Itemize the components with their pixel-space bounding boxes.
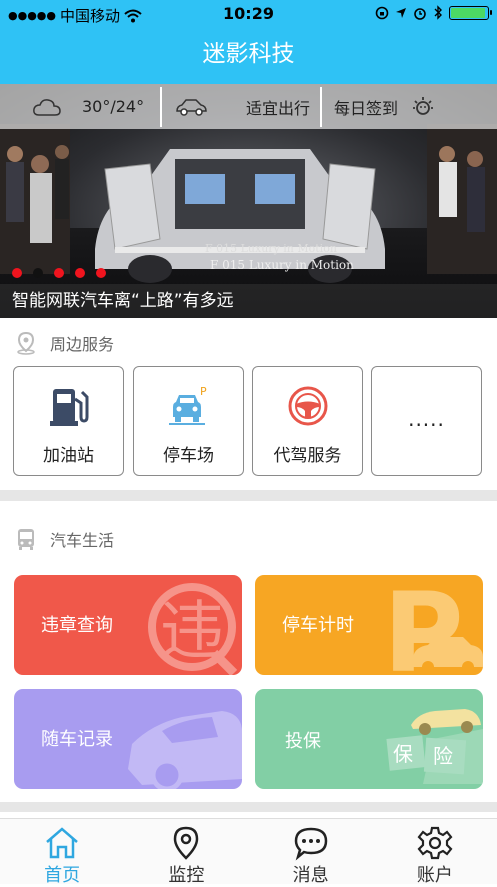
steering-wheel-icon xyxy=(253,385,362,427)
tab-account-label: 账户 xyxy=(416,865,453,886)
tab-monitor-label: 监控 xyxy=(168,865,205,886)
pager-dot[interactable] xyxy=(75,268,85,278)
battery-icon xyxy=(449,5,492,20)
travel-cell: 适宜出行 xyxy=(162,84,320,129)
sedan-icon xyxy=(128,711,242,789)
section-divider xyxy=(0,802,497,812)
tab-account[interactable]: 账户 xyxy=(373,819,497,886)
plate-text-2: F 015 Luxury in Motion xyxy=(210,258,354,272)
violation-query-label: 违章查询 xyxy=(41,615,113,636)
crowd-right-image xyxy=(427,124,497,274)
nearby-section-header: 周边服务 xyxy=(14,331,114,355)
tab-home-label: 首页 xyxy=(44,865,81,886)
insurance-label: 投保 xyxy=(285,731,321,752)
travel-tip-label: 适宜出行 xyxy=(246,98,311,118)
checkin-label[interactable]: 每日签到 xyxy=(334,95,398,119)
app-title: 迷影科技 xyxy=(0,28,497,84)
cloud-icon xyxy=(33,98,61,116)
crowd-left-image xyxy=(0,124,70,274)
rotation-lock-icon xyxy=(375,6,389,19)
gear-icon xyxy=(417,826,453,860)
designated-driver-label: 代驾服务 xyxy=(273,446,342,466)
designated-driver-button[interactable]: 代驾服务 xyxy=(252,366,363,476)
parking-car-icon: P xyxy=(134,385,243,427)
more-icon: ····· xyxy=(408,413,445,437)
svg-text:保: 保 xyxy=(393,742,413,766)
home-icon xyxy=(46,827,78,859)
sun-smiley-icon[interactable] xyxy=(412,96,434,118)
plate-text-1: F 015 Luxury in Motion xyxy=(205,242,337,255)
insurance-tile[interactable]: 保 险 投保 xyxy=(255,689,483,789)
alarm-icon xyxy=(414,7,426,20)
insurance-car-icon: 保 险 xyxy=(386,709,483,784)
parking-p-icon: P xyxy=(383,575,483,675)
nearby-section-title: 周边服务 xyxy=(50,335,115,354)
more-services-button[interactable]: ····· xyxy=(371,366,482,476)
parking-lot-label: 停车场 xyxy=(163,446,214,466)
pager-dot[interactable] xyxy=(12,268,22,278)
car-life-section-header: 汽车生活 xyxy=(14,527,114,551)
temperature-label: 30°/24° xyxy=(82,97,145,116)
location-arrow-icon xyxy=(396,7,406,18)
parking-timer-label: 停车计时 xyxy=(282,615,354,636)
fuel-pump-icon xyxy=(14,385,123,427)
car-record-tile[interactable]: 随车记录 xyxy=(14,689,242,789)
weather-cell: 30°/24° xyxy=(0,84,160,129)
banner-headline[interactable]: 智能网联汽车离“上路”有多远 xyxy=(0,284,497,318)
svg-text:P: P xyxy=(200,385,207,398)
gas-station-button[interactable]: 加油站 xyxy=(13,366,124,476)
violation-query-tile[interactable]: 违 违章查询 xyxy=(14,575,242,675)
tab-messages-label: 消息 xyxy=(292,865,329,886)
tab-messages[interactable]: 消息 xyxy=(249,819,373,886)
car-life-section-title: 汽车生活 xyxy=(50,531,115,550)
bus-icon xyxy=(18,529,34,550)
status-right xyxy=(375,5,492,20)
car-record-label: 随车记录 xyxy=(41,729,113,750)
pager-dot-active[interactable] xyxy=(33,268,43,278)
weather-bar: 30°/24° 适宜出行 每日签到 xyxy=(0,84,497,129)
location-pin-icon xyxy=(174,826,199,860)
violation-stamp-icon: 违 xyxy=(148,583,238,675)
pager-dot[interactable] xyxy=(96,268,106,278)
bluetooth-icon xyxy=(434,5,442,20)
banner-carousel[interactable]: F 015 Luxury in Motion F 015 Luxury in M… xyxy=(0,84,497,318)
tab-monitor[interactable]: 监控 xyxy=(124,819,248,886)
status-bar: ●●●●● 中国移动 10:29 xyxy=(0,0,497,28)
pager-dot[interactable] xyxy=(54,268,64,278)
gas-station-label: 加油站 xyxy=(43,446,94,466)
chat-bubble-icon xyxy=(294,827,327,861)
car-icon xyxy=(176,98,207,116)
parking-lot-button[interactable]: P 停车场 xyxy=(133,366,244,476)
svg-text:险: 险 xyxy=(433,744,453,768)
carousel-pager xyxy=(12,268,106,278)
location-pin-icon xyxy=(17,331,35,355)
bottom-tab-bar: 首页 监控 消息 账户 xyxy=(0,818,497,886)
checkin-cell[interactable]: 每日签到 xyxy=(322,84,492,129)
tab-home[interactable]: 首页 xyxy=(0,819,124,886)
section-divider xyxy=(0,490,497,501)
parking-timer-tile[interactable]: P 停车计时 xyxy=(255,575,483,675)
